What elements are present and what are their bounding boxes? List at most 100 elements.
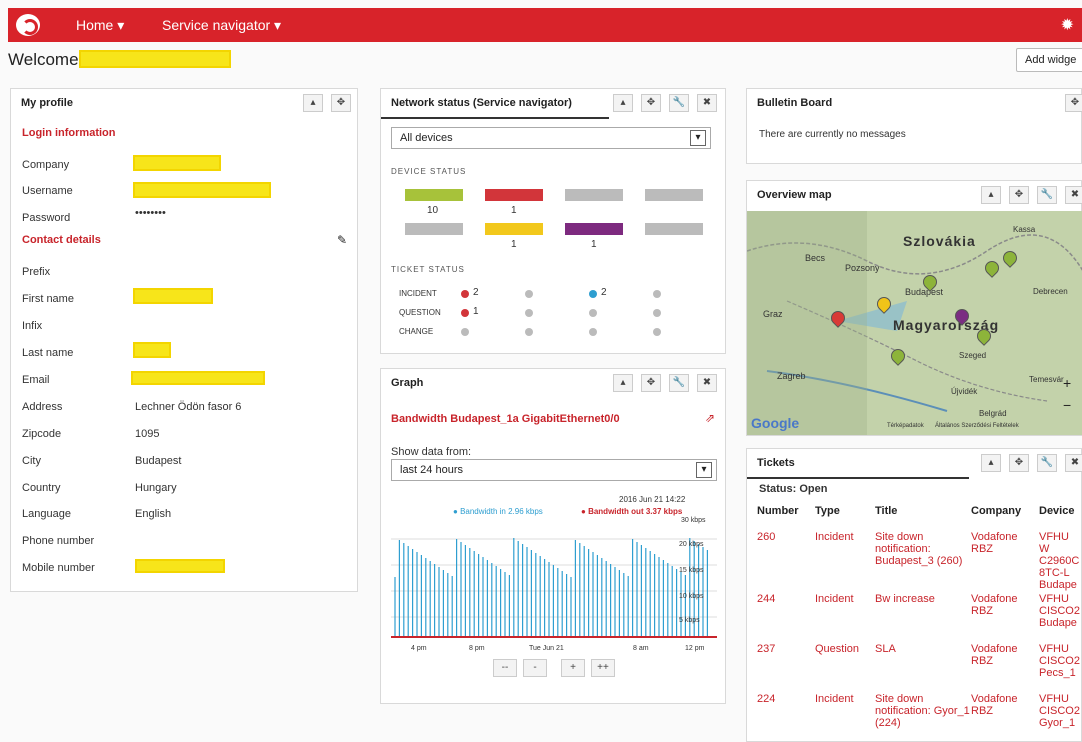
move-icon[interactable]: ✥ — [331, 94, 351, 112]
legend-bandwidth-in: ● Bandwidth in 2.96 kbps — [453, 507, 543, 516]
zoom-in-more-button[interactable]: ++ — [591, 659, 615, 677]
gear-icon[interactable]: ✹ — [1061, 15, 1074, 35]
table-row[interactable]: 224 Incident Site down notification: Gyo… — [757, 693, 1080, 733]
ticket-title[interactable]: Site down notification: Budapest_3 (260) — [875, 531, 971, 593]
status-dot[interactable] — [461, 328, 469, 336]
panel-title: Bulletin Board — [757, 97, 833, 109]
collapse-icon[interactable]: ▴ — [981, 454, 1001, 472]
status-dot[interactable] — [653, 290, 661, 298]
time-range-select[interactable]: last 24 hours ▾ — [391, 459, 717, 481]
device-status-green-bar[interactable] — [405, 189, 463, 201]
column-header[interactable]: Device — [1039, 505, 1080, 531]
wrench-icon[interactable]: 🔧 — [669, 94, 689, 112]
status-dot[interactable] — [589, 309, 597, 317]
device-status-grey-bar[interactable] — [565, 189, 623, 201]
status-dot[interactable] — [589, 328, 597, 336]
move-icon[interactable]: ✥ — [1009, 454, 1029, 472]
add-widget-button[interactable]: Add widge — [1016, 48, 1082, 72]
status-dot[interactable] — [525, 328, 533, 336]
collapse-icon[interactable]: ▴ — [981, 186, 1001, 204]
nav-service-navigator[interactable]: Service navigator ▾ — [162, 17, 281, 34]
login-information-heading: Login information — [22, 127, 116, 139]
zoom-in-icon[interactable]: + — [1063, 375, 1071, 391]
contact-details-heading: Contact details — [22, 234, 101, 246]
ticket-type: Incident — [815, 531, 854, 543]
ticket-title[interactable]: SLA — [875, 643, 971, 693]
device-status-purple-bar[interactable] — [565, 223, 623, 235]
column-header[interactable]: Company — [971, 505, 1039, 531]
map-label-belgrad: Belgrád — [979, 409, 1007, 418]
vodafone-logo-icon[interactable] — [16, 14, 40, 36]
x-tick: 4 pm — [411, 645, 427, 652]
zoom-in-button[interactable]: + — [561, 659, 585, 677]
ticket-status-filter: Status: Open — [759, 483, 828, 495]
collapse-icon[interactable]: ▴ — [613, 374, 633, 392]
city-value: Budapest — [135, 455, 182, 467]
status-dot[interactable] — [525, 290, 533, 298]
language-label: Language — [22, 508, 71, 520]
country-value: Hungary — [135, 482, 177, 494]
ticket-device: VFHU CISCO2 Gyor_1 — [1039, 693, 1080, 729]
question-red-dot[interactable] — [461, 309, 469, 317]
legend-bandwidth-out: ● Bandwidth out 3.37 kbps — [581, 507, 683, 516]
zoom-out-icon[interactable]: − — [1063, 397, 1071, 413]
device-filter-select[interactable]: All devices ▾ — [391, 127, 711, 149]
status-dot[interactable] — [525, 309, 533, 317]
map-data-link[interactable]: Térképadatok — [887, 423, 924, 429]
ticket-number[interactable]: 224 — [757, 693, 815, 733]
map-label-graz: Graz — [763, 309, 783, 319]
terms-link[interactable]: Általános Szerződési Feltételek — [935, 423, 1019, 429]
nav-home[interactable]: Home ▾ — [76, 17, 124, 34]
redacted-username — [78, 50, 231, 68]
wrench-icon[interactable]: 🔧 — [1037, 186, 1057, 204]
device-status-red-bar[interactable] — [485, 189, 543, 201]
wrench-icon[interactable]: 🔧 — [669, 374, 689, 392]
close-icon[interactable]: ✖ — [1065, 454, 1082, 472]
move-icon[interactable]: ✥ — [641, 94, 661, 112]
device-status-grey-bar[interactable] — [405, 223, 463, 235]
close-icon[interactable]: ✖ — [697, 94, 717, 112]
table-row[interactable]: 260 Incident Site down notification: Bud… — [757, 531, 1080, 593]
incident-red-dot[interactable] — [461, 290, 469, 298]
bulletin-message: There are currently no messages — [759, 129, 906, 140]
ticket-number[interactable]: 244 — [757, 593, 815, 643]
move-icon[interactable]: ✥ — [1065, 94, 1082, 112]
ticket-number[interactable]: 260 — [757, 531, 815, 593]
y-tick: 20 kbps — [679, 541, 704, 548]
table-row[interactable]: 244 Incident Bw increase Vodafone RBZ VF… — [757, 593, 1080, 643]
map-label-ujvidek: Újvidék — [951, 387, 978, 396]
edit-pencil-icon[interactable]: ✎ — [337, 233, 347, 247]
ticket-type: Incident — [815, 593, 854, 605]
move-icon[interactable]: ✥ — [1009, 186, 1029, 204]
ticket-title[interactable]: Bw increase — [875, 593, 971, 643]
external-link-icon[interactable]: ⇗ — [705, 411, 715, 425]
zoom-out-button[interactable]: - — [523, 659, 547, 677]
close-icon[interactable]: ✖ — [697, 374, 717, 392]
address-label: Address — [22, 401, 63, 413]
google-logo: Google — [751, 415, 800, 431]
graph-subtitle: Bandwidth Budapest_1a GigabitEthernet0/0 — [391, 413, 620, 425]
status-dot[interactable] — [653, 309, 661, 317]
zoom-out-more-button[interactable]: -- — [493, 659, 517, 677]
device-status-yellow-bar[interactable] — [485, 223, 543, 235]
active-title-underline — [747, 477, 969, 479]
column-header[interactable]: Title — [875, 505, 971, 531]
ticket-title[interactable]: Site down notification: Gyor_1 (224) — [875, 693, 971, 733]
column-header[interactable]: Type — [815, 505, 875, 531]
y-tick: 15 kbps — [679, 567, 704, 574]
status-dot[interactable] — [653, 328, 661, 336]
column-header[interactable]: Number — [757, 505, 815, 531]
ticket-number[interactable]: 237 — [757, 643, 815, 693]
move-icon[interactable]: ✥ — [641, 374, 661, 392]
device-status-grey-bar[interactable] — [645, 189, 703, 201]
device-status-grey-bar[interactable] — [645, 223, 703, 235]
table-row[interactable]: 237 Question SLA Vodafone RBZ VFHU CISCO… — [757, 643, 1080, 693]
collapse-icon[interactable]: ▴ — [613, 94, 633, 112]
wrench-icon[interactable]: 🔧 — [1037, 454, 1057, 472]
collapse-icon[interactable]: ▴ — [303, 94, 323, 112]
tickets-table: Number Type Title Company Device 260 Inc… — [757, 505, 1080, 733]
map-canvas[interactable]: Szlovákia Kassa Becs Pozsony Budapest De… — [747, 211, 1082, 435]
ticket-status-heading: TICKET STATUS — [391, 265, 465, 274]
incident-blue-dot[interactable] — [589, 290, 597, 298]
close-icon[interactable]: ✖ — [1065, 186, 1082, 204]
